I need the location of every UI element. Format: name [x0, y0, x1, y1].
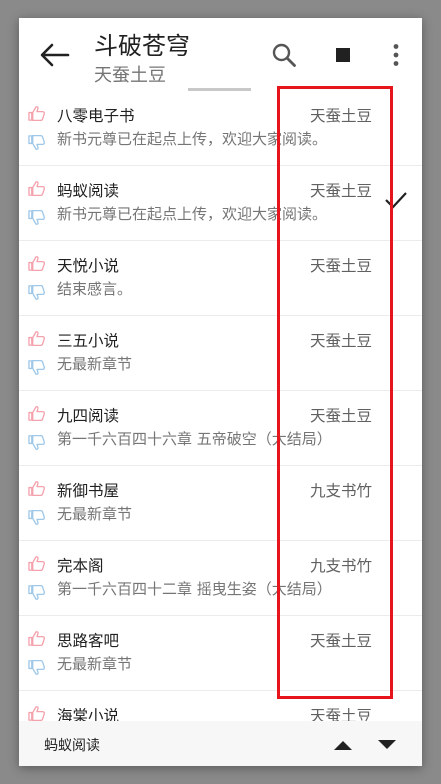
- footer-bar: 蚂蚁阅读: [19, 721, 422, 766]
- more-options-icon[interactable]: [383, 42, 409, 68]
- latest-chapter: 结束感言。: [57, 280, 133, 298]
- latest-chapter: 无最新章节: [57, 505, 133, 523]
- thumbs-up-icon[interactable]: [27, 405, 46, 422]
- thumbs-up-icon[interactable]: [27, 255, 46, 272]
- thumbs-down-icon[interactable]: [27, 584, 46, 601]
- source-name: 思路客吧: [57, 632, 120, 650]
- source-name: 天悦小说: [57, 257, 120, 275]
- thumbs-down-icon[interactable]: [27, 359, 46, 376]
- book-author: 天蚕土豆: [94, 65, 166, 86]
- source-name: 海棠小说: [57, 707, 120, 721]
- thumbs-up-icon[interactable]: [27, 705, 46, 721]
- source-name: 蚂蚁阅读: [57, 182, 120, 200]
- highlight-box: [277, 86, 393, 699]
- thumbs-down-icon[interactable]: [27, 134, 46, 151]
- source-name: 三五小说: [57, 332, 120, 350]
- arrow-down-icon[interactable]: [375, 735, 399, 753]
- thumbs-down-icon[interactable]: [27, 509, 46, 526]
- current-source-label: 蚂蚁阅读: [44, 738, 100, 754]
- source-name: 完本阁: [57, 557, 104, 575]
- source-name: 新御书屋: [57, 482, 120, 500]
- thumbs-up-icon[interactable]: [27, 180, 46, 197]
- back-arrow-icon[interactable]: [37, 40, 71, 70]
- thumbs-up-icon[interactable]: [27, 105, 46, 122]
- thumbs-down-icon[interactable]: [27, 659, 46, 676]
- dialog-header: 斗破苍穹 天蚕土豆: [19, 18, 422, 91]
- source-name: 九四阅读: [57, 407, 120, 425]
- thumbs-up-icon[interactable]: [27, 630, 46, 647]
- source-name: 八零电子书: [57, 107, 135, 125]
- book-title: 斗破苍穹: [94, 32, 190, 60]
- search-icon[interactable]: [271, 42, 297, 68]
- latest-chapter: 无最新章节: [57, 355, 133, 373]
- thumbs-down-icon[interactable]: [27, 284, 46, 301]
- arrow-up-icon[interactable]: [331, 735, 355, 753]
- thumbs-up-icon[interactable]: [27, 555, 46, 572]
- latest-chapter: 无最新章节: [57, 655, 133, 673]
- stop-icon[interactable]: [330, 42, 356, 68]
- thumbs-down-icon[interactable]: [27, 434, 46, 451]
- source-origin: 天蚕土豆: [309, 707, 372, 721]
- thumbs-up-icon[interactable]: [27, 330, 46, 347]
- thumbs-down-icon[interactable]: [27, 209, 46, 226]
- thumbs-up-icon[interactable]: [27, 480, 46, 497]
